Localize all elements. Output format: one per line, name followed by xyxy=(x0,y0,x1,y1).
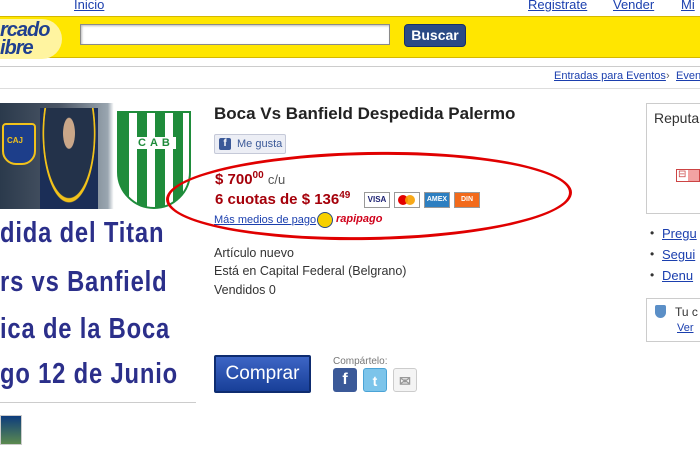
reputation-minus-icon: ⊟ xyxy=(678,169,687,180)
bullet-icon: • xyxy=(650,268,655,282)
twitter-share-icon[interactable]: t xyxy=(363,368,387,392)
buy-button[interactable]: Comprar xyxy=(214,355,311,393)
facebook-like-button[interactable]: f Me gusta xyxy=(214,134,286,154)
breadcrumb-arrow-icon: › xyxy=(666,70,670,82)
email-share-icon[interactable]: ✉ xyxy=(393,368,417,392)
logo-text-2: ibre xyxy=(0,37,34,59)
questions-link[interactable]: Pregu xyxy=(662,226,697,241)
item-condition: Artículo nuevo xyxy=(214,246,294,260)
image-thumbnail[interactable] xyxy=(0,415,22,445)
player-photo xyxy=(40,108,98,209)
facebook-share-icon[interactable]: f xyxy=(333,368,357,392)
share-label: Compártelo: xyxy=(333,356,388,367)
like-label: Me gusta xyxy=(237,138,283,150)
safe-purchase-text: Tu c xyxy=(675,305,698,319)
bullet-icon: • xyxy=(650,226,655,240)
report-link[interactable]: Denu xyxy=(662,268,693,283)
nav-account-link[interactable]: Mi xyxy=(681,0,695,12)
nav-sell-link[interactable]: Vender xyxy=(613,0,654,12)
product-image[interactable]: CAJ CAB dida del Titan rs vs Banfield ic… xyxy=(0,103,196,403)
poster-line-1: dida del Titan xyxy=(0,217,165,249)
item-location: Está en Capital Federal (Belgrano) xyxy=(214,264,407,278)
breadcrumb-events[interactable]: Entradas para Eventos xyxy=(554,70,666,82)
search-button[interactable]: Buscar xyxy=(404,24,466,47)
banfield-crest-text: CAB xyxy=(136,137,176,149)
site-logo[interactable]: rcado ibre xyxy=(0,16,62,60)
header-divider xyxy=(0,66,700,67)
poster-line-4: go 12 de Junio xyxy=(0,358,178,390)
image-divider xyxy=(0,402,196,403)
poster-line-2: rs vs Banfield xyxy=(0,266,168,298)
items-sold: Vendidos 0 xyxy=(214,283,276,297)
nav-register-link[interactable]: Registrate xyxy=(528,0,587,12)
crest-text: CAJ xyxy=(7,136,24,145)
breadcrumb-events-2[interactable]: Even xyxy=(676,70,700,82)
poster-line-3: ica de la Boca xyxy=(0,313,171,345)
product-title: Boca Vs Banfield Despedida Palermo xyxy=(214,104,516,123)
highlight-ellipse xyxy=(165,148,573,244)
follow-link[interactable]: Segui xyxy=(662,247,695,262)
breadcrumb-divider xyxy=(0,88,700,89)
bullet-icon: • xyxy=(650,247,655,261)
safe-purchase-link[interactable]: Ver xyxy=(677,322,694,334)
shield-icon xyxy=(655,305,666,318)
facebook-icon: f xyxy=(219,138,231,150)
search-input[interactable] xyxy=(80,24,390,45)
reputation-label: Reputa xyxy=(654,110,700,126)
nav-home-link[interactable]: Inicio xyxy=(74,0,104,12)
